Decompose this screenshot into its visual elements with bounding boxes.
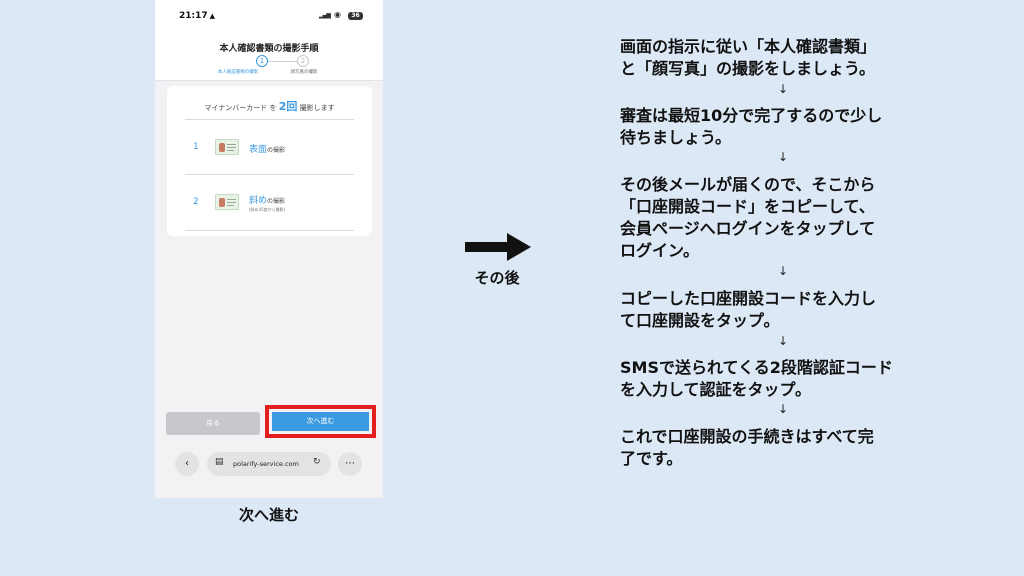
reload-icon[interactable]: ↻ (313, 457, 321, 467)
battery-icon: 36 (348, 12, 363, 20)
back-button[interactable]: 戻る (166, 412, 260, 435)
instruction-step-5: SMSで送られてくる2段階認証コード を入力して認証をタップ。 (620, 358, 893, 399)
instruction-card: マイナンバーカード を 2回 撮影します 1 表面の撮影 2 斜めの撮影 (斜め… (167, 86, 372, 236)
instruction-step-4: コピーした口座開設コードを入力し て口座開設をタップ。 (620, 289, 877, 330)
id-card-icon (215, 194, 239, 210)
page-title: 本人確認書類の撮影手順 (219, 44, 319, 54)
step-1-indicator: 1 (256, 55, 268, 67)
instruction-step-2: 審査は最短10分で完了するので少し 待ちましょう。 (620, 106, 883, 147)
browser-toolbar: ‹ ▤ polarify-service.com ↻ ⋯ (155, 444, 383, 484)
signal-icon: ▂▄▆ (319, 12, 331, 19)
down-arrow-icon: ↓ (778, 150, 789, 164)
list-item-sublabel: (斜め45度から撮影) (249, 207, 286, 212)
down-arrow-icon: ↓ (778, 334, 789, 348)
instruction-step-3: その後メールが届くので、そこから 「口座開設コード」をコピーして、 会員ページへ… (620, 175, 876, 260)
status-bar: 21:17 ▲ ▂▄▆ ◉ 36 (155, 0, 383, 30)
phone-screenshot: 21:17 ▲ ▂▄▆ ◉ 36 本人確認書類の撮影手順 1 2 本人確認書類の撮… (155, 0, 383, 498)
step-2-indicator: 2 (297, 55, 309, 67)
down-arrow-icon: ↓ (778, 264, 789, 278)
instruction-step-6: これで口座開設の手続きはすべて完 了です。 (620, 427, 874, 468)
down-arrow-icon: ↓ (778, 82, 789, 96)
divider (185, 174, 354, 175)
step-1-label: 本人確認書類の撮影 (217, 70, 259, 75)
card-title: マイナンバーカード を 2回 撮影します (204, 100, 335, 113)
tabs-icon: ▤ (215, 457, 224, 467)
list-item-label: 斜めの撮影 (249, 196, 286, 206)
url-text: polarify-service.com (233, 460, 299, 468)
more-icon[interactable]: ⋯ (338, 452, 362, 476)
list-item-number: 1 (193, 142, 199, 152)
divider (185, 230, 354, 231)
back-chevron-icon[interactable]: ‹ (175, 452, 199, 476)
id-card-icon (215, 139, 239, 155)
step-connector (268, 61, 297, 62)
status-time: 21:17 ▲ (179, 11, 216, 21)
wifi-icon: ◉ (334, 10, 341, 19)
bell-icon: ▲ (209, 12, 216, 20)
phone-caption: 次へ進む (238, 506, 299, 524)
next-button[interactable]: 次へ進む (272, 412, 369, 431)
address-bar[interactable]: ▤ polarify-service.com ↻ (207, 452, 331, 476)
instruction-step-1: 画面の指示に従い「本人確認書類」 と「顔写真」の撮影をしましょう。 (620, 37, 877, 78)
arrow-caption: その後 (474, 269, 520, 287)
down-arrow-icon: ↓ (778, 402, 789, 416)
list-item-label: 表面の撮影 (249, 145, 286, 155)
right-arrow-icon (465, 233, 531, 261)
step-2-label: 顔写真の撮影 (290, 70, 318, 75)
list-item-number: 2 (193, 197, 199, 207)
page-header: 本人確認書類の撮影手順 1 2 本人確認書類の撮影 顔写真の撮影 (155, 30, 383, 81)
divider (185, 119, 354, 120)
